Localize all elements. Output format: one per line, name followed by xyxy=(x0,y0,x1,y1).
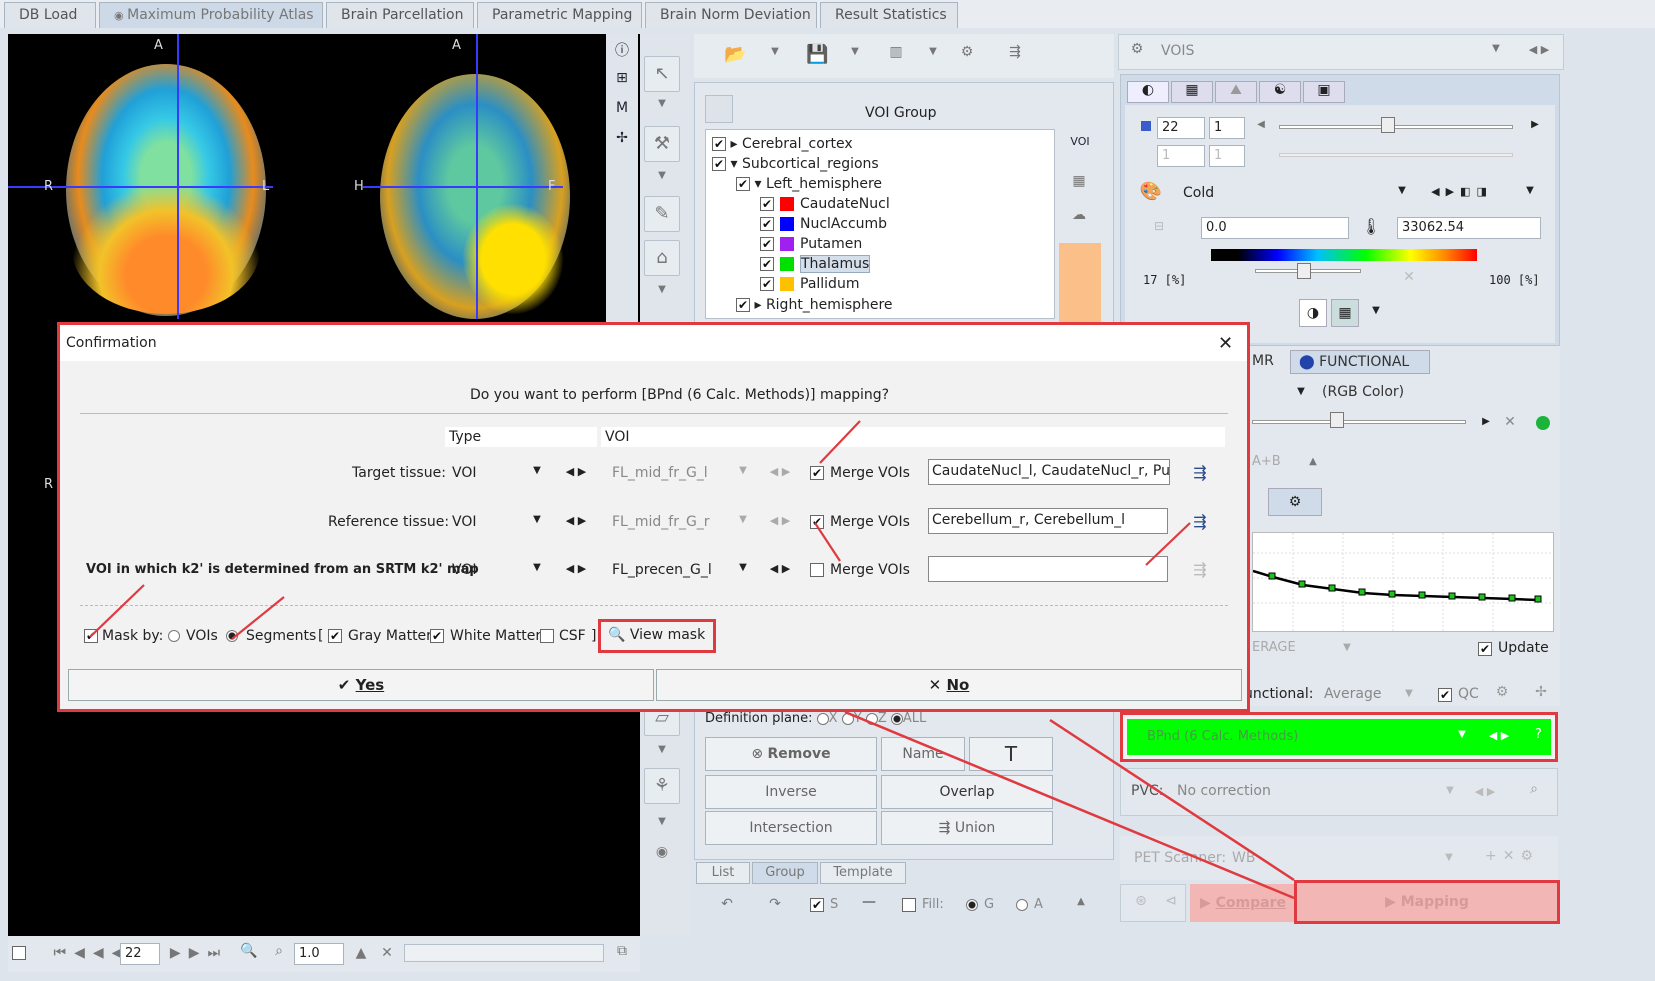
annotation-line-2 xyxy=(1049,718,1295,882)
dialog-annotation-arrows xyxy=(89,420,1191,640)
arrow-mask-by xyxy=(89,584,145,638)
arrow-target-merge xyxy=(819,420,861,464)
arrow-reference-merge xyxy=(814,522,841,562)
confirmation-dialog: Confirmation ✕ Do you want to perform [B… xyxy=(57,322,1250,712)
arrow-segments xyxy=(231,596,285,640)
annotation-line-1 xyxy=(844,710,1295,900)
arrow-select-vois xyxy=(1145,522,1191,566)
